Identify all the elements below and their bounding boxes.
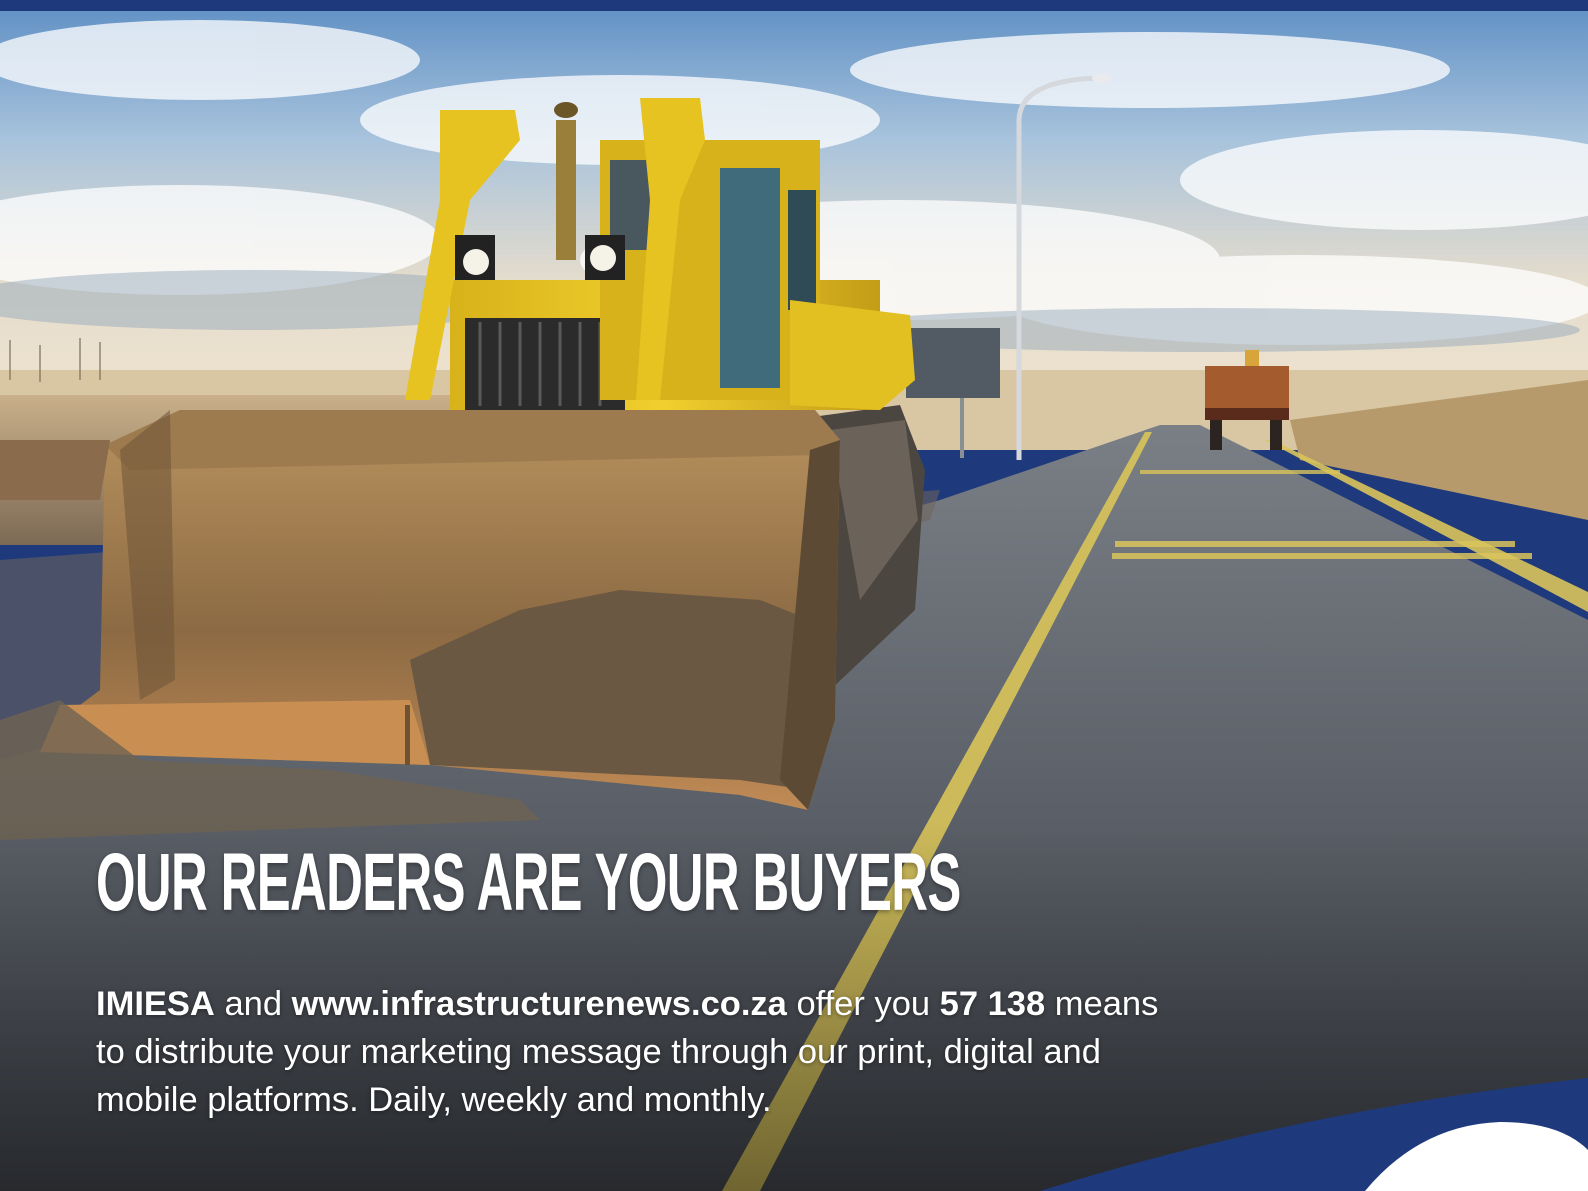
reader-count: 57 138: [939, 985, 1046, 1023]
top-brand-bar: [0, 0, 1588, 11]
brand-name: IMIESA: [96, 985, 215, 1023]
advert-page: OUR READERS ARE YOUR BUYERS IMIESA and w…: [0, 0, 1588, 1191]
intro-means: means: [1045, 985, 1159, 1023]
headline: OUR READERS ARE YOUR BUYERS: [96, 837, 961, 928]
intro-line-3: mobile platforms. Daily, weekly and mont…: [96, 1081, 772, 1119]
intro-line-2: to distribute your marketing message thr…: [96, 1033, 1101, 1071]
intro-offer: offer you: [786, 985, 940, 1023]
website-link[interactable]: www.infrastructurenews.co.za: [292, 985, 787, 1023]
intro-paragraph: IMIESA and www.infrastructurenews.co.za …: [96, 980, 1356, 1124]
intro-and: and: [214, 985, 292, 1023]
